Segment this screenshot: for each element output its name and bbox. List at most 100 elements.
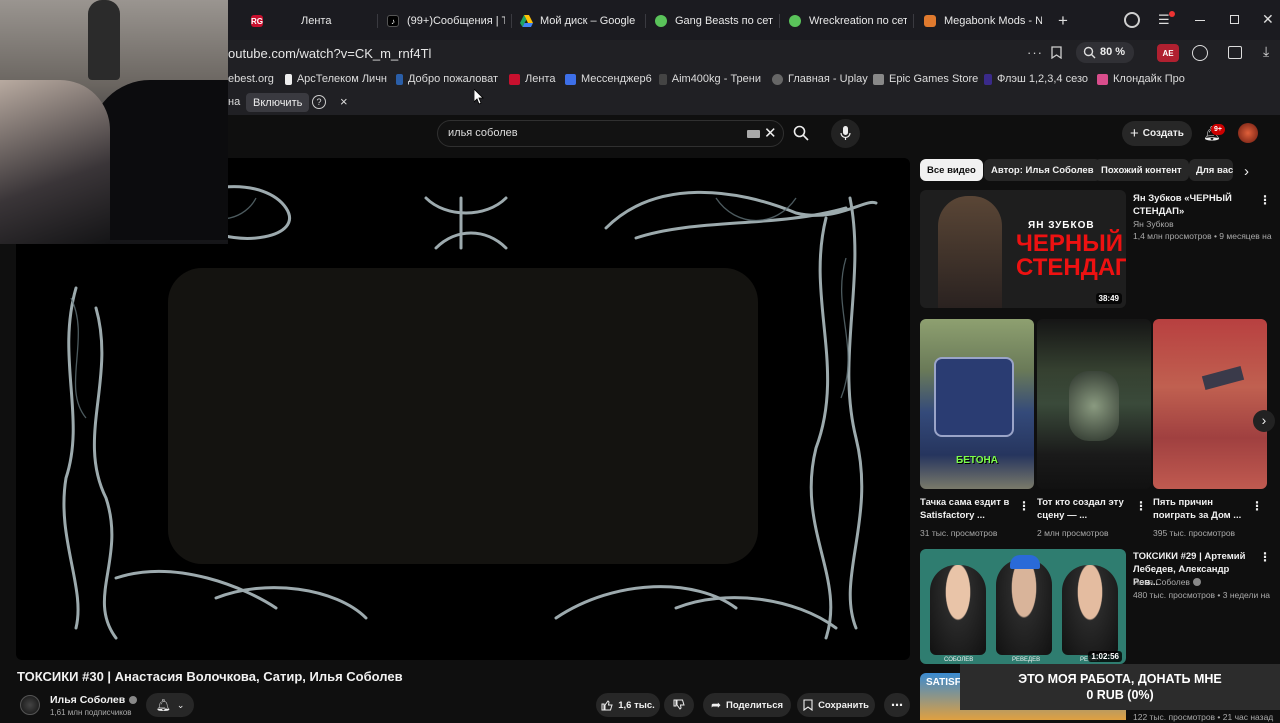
more-actions-icon[interactable]: ⋮ xyxy=(1259,550,1271,564)
help-icon[interactable]: ? xyxy=(312,95,326,109)
short-thumbnail[interactable] xyxy=(1037,319,1151,489)
webcam-person xyxy=(0,80,110,244)
mouse-cursor-icon xyxy=(474,89,484,105)
shorts-next-icon[interactable]: › xyxy=(1253,410,1275,432)
gamepad-icon xyxy=(789,15,801,27)
short-title[interactable]: Тот кто создал эту сцену — ... xyxy=(1037,496,1133,522)
voice-search-button[interactable] xyxy=(831,119,860,148)
tab-wreckreation[interactable]: Wreckreation по сет xyxy=(789,8,907,34)
thumb-text: СОБОЛЕВ xyxy=(944,657,974,663)
dislike-button[interactable] xyxy=(664,693,694,717)
extension-badge[interactable]: AE xyxy=(1157,44,1179,62)
more-actions-icon[interactable]: ⋮ xyxy=(1135,499,1147,513)
tab-divider xyxy=(645,14,646,28)
create-button[interactable]: + Создать xyxy=(1122,121,1192,146)
media-play-icon[interactable] xyxy=(1192,45,1208,61)
channel-name: Илья Соболев xyxy=(50,694,126,706)
more-actions-icon[interactable]: ⋮ xyxy=(1018,499,1030,513)
tab-megabonk[interactable]: Megabonk Mods - N xyxy=(924,8,1042,34)
bookmark-item[interactable]: Клондайк Про xyxy=(1097,73,1197,85)
messenger-icon xyxy=(565,73,576,85)
rg-icon xyxy=(509,73,520,85)
person-figure xyxy=(1062,565,1118,655)
rec-stats: 1,4 млн просмотров • 9 месяцев на xyxy=(1133,231,1272,241)
bookmark-item[interactable]: Aim400kg - Трени xyxy=(659,73,761,85)
tab-tiktok[interactable]: ♪ (99+)Сообщения | T xyxy=(387,8,505,34)
download-icon[interactable]: ⤓ xyxy=(1263,43,1269,60)
rec-channel[interactable]: Ян Зубков xyxy=(1133,218,1174,230)
rec-stats: 122 тыс. просмотров • 21 час назад xyxy=(1133,712,1274,722)
bookmark-item[interactable]: Добро пожаловат xyxy=(396,73,498,85)
tab-divider xyxy=(377,14,378,28)
close-notice-icon[interactable]: × xyxy=(340,94,348,109)
donation-line2: 0 RUB (0%) xyxy=(1086,688,1154,702)
channel-name-row[interactable]: Илья Соболев xyxy=(50,694,138,706)
new-tab-icon[interactable]: + xyxy=(1053,11,1073,31)
enable-button[interactable]: Включить xyxy=(246,93,310,112)
minimize-icon[interactable] xyxy=(1195,20,1205,21)
donation-overlay: ЭТО МОЯ РАБОТА, ДОНАТЬ МНЕ 0 RUB (0%) xyxy=(960,664,1280,710)
bookmark-label: Флэш 1,2,3,4 сезо xyxy=(996,73,1088,85)
short-thumbnail[interactable] xyxy=(1153,319,1267,489)
chip-author[interactable]: Автор: Илья Соболев xyxy=(984,159,1101,181)
thumb-text: ЧЕРНЫЙ xyxy=(1016,230,1123,257)
short-thumbnail[interactable]: БЕТОНА xyxy=(920,319,1034,489)
bookmark-label: Aim400kg - Трени xyxy=(671,73,761,85)
more-dots-icon[interactable]: ··· xyxy=(1027,45,1043,60)
short-title[interactable]: Пять причин поиграть за Дом ... xyxy=(1153,496,1249,522)
yandex-alice-icon[interactable] xyxy=(1124,12,1140,28)
more-actions-icon[interactable]: ⋮ xyxy=(1251,499,1263,513)
bookmark-item[interactable]: Флэш 1,2,3,4 сезо xyxy=(984,73,1088,85)
rec-title[interactable]: Ян Зубков «ЧЕРНЫЙ СТЕНДАП» xyxy=(1133,192,1251,218)
save-button[interactable]: Сохранить xyxy=(797,693,875,717)
chevron-right-icon[interactable]: › xyxy=(1244,163,1249,180)
like-button[interactable]: 1,6 тыс. xyxy=(596,693,660,717)
donation-line1: ЭТО МОЯ РАБОТА, ДОНАТЬ МНЕ xyxy=(1018,672,1222,686)
thumb-text: РЕВЕДЕВ xyxy=(1012,657,1041,663)
bookmark-item[interactable]: Мессенджер6 xyxy=(565,73,652,85)
menu-icon[interactable]: ☰ xyxy=(1158,13,1170,27)
chip-all-videos[interactable]: Все видео xyxy=(920,159,983,181)
truck-shape xyxy=(934,357,1014,437)
bookmark-item[interactable]: Лента xyxy=(509,73,555,85)
like-count: 1,6 тыс. xyxy=(618,699,655,711)
restore-icon[interactable] xyxy=(1230,15,1239,24)
chip-for-you[interactable]: Для вас xyxy=(1189,159,1233,181)
video-title: ТОКСИКИ #30 | Анастасия Волочкова, Сатир… xyxy=(17,669,403,684)
rec-channel[interactable]: Илья Соболев xyxy=(1133,576,1201,588)
bookmark-item[interactable]: Главная - Uplay xyxy=(772,73,868,85)
close-window-icon[interactable]: ✕ xyxy=(1262,11,1274,27)
bookmark-label: Мессенджер6 xyxy=(581,73,652,85)
bookmark-icon[interactable] xyxy=(1051,46,1062,59)
tab-gang-beasts[interactable]: Gang Beasts по сет xyxy=(655,8,773,34)
share-label: Поделиться xyxy=(726,699,784,711)
more-actions-button[interactable]: ⋯ xyxy=(884,693,910,717)
clear-search-icon[interactable]: ✕ xyxy=(764,124,777,142)
keyboard-icon[interactable] xyxy=(747,130,760,138)
short-views: 31 тыс. просмотров xyxy=(920,528,998,538)
chip-similar[interactable]: Похожий контент xyxy=(1094,159,1189,181)
tab-lenta[interactable]: RG Лента xyxy=(251,8,371,34)
bookmark-item[interactable]: Epic Games Store xyxy=(873,73,978,85)
avatar[interactable] xyxy=(1238,123,1258,143)
rec-thumbnail[interactable]: ЯН ЗУБКОВ ЧЕРНЫЙ СТЕНДАП 38:49 xyxy=(920,190,1126,308)
bookmark-item[interactable]: АрсТелеком Личн xyxy=(285,73,387,85)
share-icon: ➦ xyxy=(710,698,722,712)
search-input[interactable]: илья соболев xyxy=(448,127,518,139)
subscription-bell-button[interactable]: 🔔︎ ⌄ xyxy=(146,693,194,717)
rec-thumbnail[interactable]: СОБОЛЕВ РЕВЕДЕВ РЕВВА 1:02:56 xyxy=(920,549,1126,664)
share-button[interactable]: ➦ Поделиться xyxy=(703,693,791,717)
search-icon[interactable] xyxy=(793,125,809,141)
bookmark-item[interactable]: ebest.org xyxy=(228,73,274,85)
tab-label: Wreckreation по сет xyxy=(809,15,907,27)
collections-icon[interactable] xyxy=(1228,46,1242,59)
channel-avatar[interactable] xyxy=(20,695,40,715)
duration-badge: 1:02:56 xyxy=(1088,651,1122,662)
hd-icon xyxy=(984,73,992,85)
short-title[interactable]: Тачка сама ездит в Satisfactory ... xyxy=(920,496,1016,522)
url-text[interactable]: outube.com/watch?v=CK_m_rnf4Tl xyxy=(228,46,431,61)
save-icon xyxy=(803,699,813,711)
tab-label: Лента xyxy=(301,15,332,27)
tab-google-drive[interactable]: Мой диск – Google xyxy=(520,8,638,34)
more-actions-icon[interactable]: ⋮ xyxy=(1259,193,1271,207)
